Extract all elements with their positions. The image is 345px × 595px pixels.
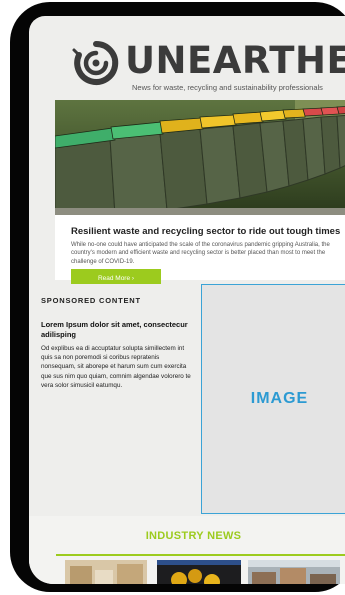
- hero-image: [55, 100, 345, 215]
- unearthed-logo-icon: [72, 40, 119, 85]
- industry-news-divider: [56, 554, 345, 556]
- news-thumbnail-1[interactable]: [65, 560, 147, 584]
- newsletter-header: UNEARTHED News for waste, recycling and …: [29, 16, 345, 104]
- phone-frame: UNEARTHED News for waste, recycling and …: [10, 2, 345, 592]
- news-thumbnail-3[interactable]: [248, 560, 340, 584]
- brand-tagline: News for waste, recycling and sustainabi…: [132, 83, 323, 92]
- feature-summary: While no-one could have anticipated the …: [71, 242, 330, 265]
- sponsored-label: SPONSORED CONTENT: [41, 296, 141, 305]
- feature-article-card: Resilient waste and recycling sector to …: [55, 100, 345, 288]
- feature-title[interactable]: Resilient waste and recycling sector to …: [71, 226, 345, 237]
- industry-news-section: INDUSTRY NEWS: [29, 516, 345, 584]
- sponsored-heading[interactable]: Lorem Ipsum dolor sit amet, consectecur …: [41, 320, 191, 340]
- sponsored-body: Od explibus ea di accuptatur solupta sim…: [41, 345, 191, 389]
- brand-name: UNEARTHED: [125, 39, 345, 82]
- sponsored-content-block: SPONSORED CONTENT Lorem Ipsum dolor sit …: [29, 284, 199, 514]
- image-placeholder-label: IMAGE: [250, 390, 309, 407]
- sponsored-image-placeholder[interactable]: IMAGE: [201, 284, 345, 514]
- industry-news-heading: INDUSTRY NEWS: [145, 530, 242, 542]
- news-thumbnail-2[interactable]: [157, 560, 241, 584]
- email-screen: UNEARTHED News for waste, recycling and …: [29, 16, 345, 584]
